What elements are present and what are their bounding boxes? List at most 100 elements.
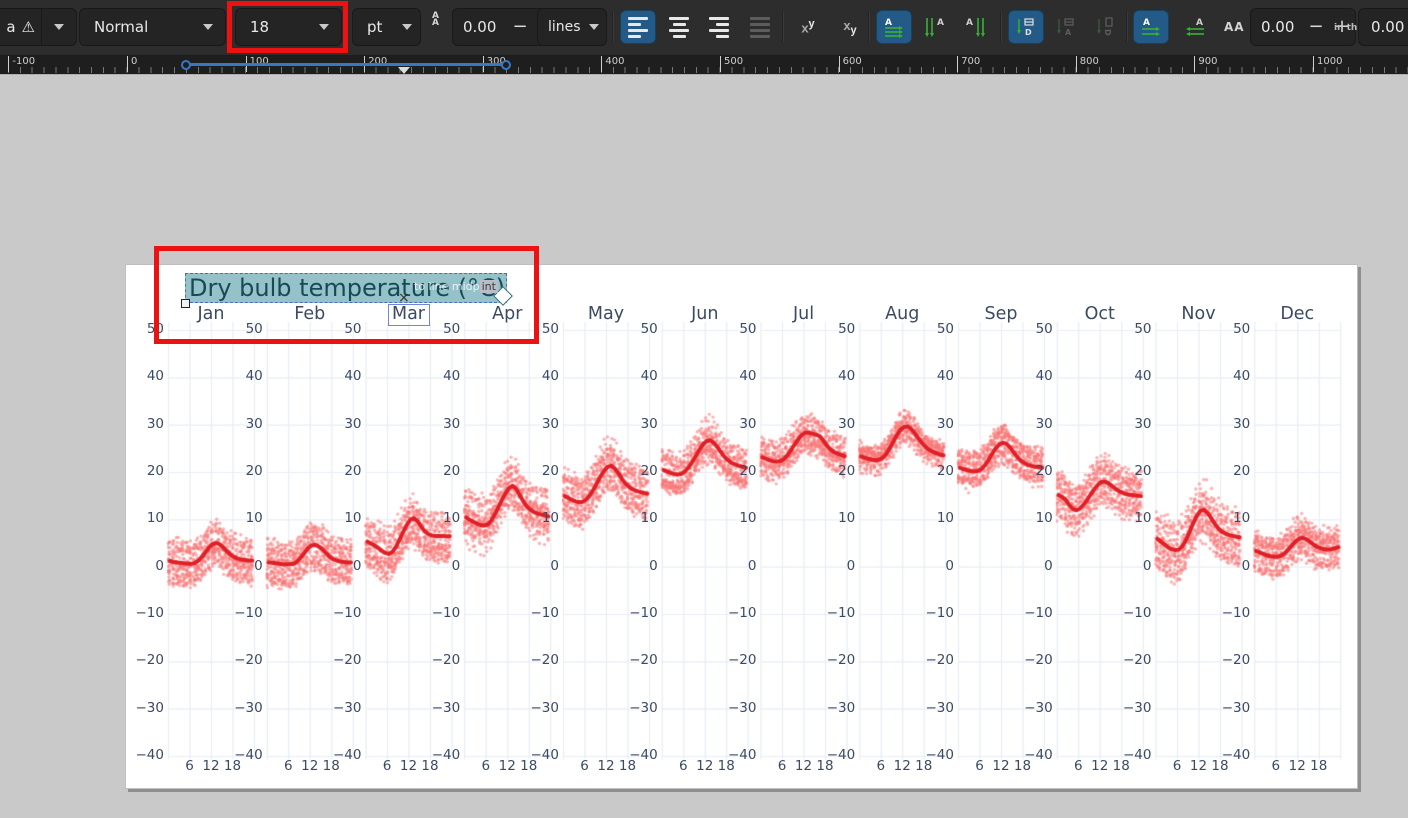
y-tick-label: −40 [908,747,954,763]
y-tick-label: −40 [1204,747,1250,763]
chevron-down-icon[interactable] [54,24,64,30]
y-tick-label: 10 [316,510,362,526]
y-tick-label: −20 [118,652,164,668]
font-size-unit-combo[interactable]: pt [352,8,421,46]
divider [41,9,42,45]
y-tick-label: −40 [513,747,559,763]
y-tick-label: 20 [316,463,362,479]
y-tick-label: −20 [612,652,658,668]
ruler-tick-label: 500 [720,56,743,72]
y-tick-label: 20 [711,463,757,479]
spacing-unit-combo[interactable]: lines [537,8,607,46]
subscript-icon: xy [843,18,856,37]
y-tick-label: −30 [908,700,954,716]
y-tick-label: 20 [612,463,658,479]
y-tick-label: 20 [1007,463,1053,479]
subscript-button[interactable]: xy [832,10,868,44]
line-spacing-value: 0.00 [453,18,507,36]
line-height-icon: AA [432,13,439,27]
chevron-down-icon[interactable] [203,24,213,30]
align-center-button[interactable] [661,10,697,44]
y-tick-label: 20 [414,463,460,479]
align-left-button[interactable] [620,10,656,44]
rotation-label: in th [1334,23,1357,33]
y-tick-label: 0 [612,558,658,574]
y-tick-label: −30 [809,700,855,716]
kerning-value: 0.00 [1251,18,1303,36]
y-tick-label: 30 [217,416,263,432]
superscript-button[interactable]: xy [790,10,826,44]
ruler-selection-start-marker [181,60,191,70]
y-tick-label: 10 [809,510,855,526]
glyph-orientation-rotated-button[interactable]: D [1088,10,1124,44]
y-tick-label: 40 [711,368,757,384]
ruler-tick-label: 600 [839,56,862,72]
vertical-text-rl-icon: A [924,16,946,38]
y-tick-label: −40 [1106,747,1152,763]
align-right-button[interactable] [701,10,737,44]
glyph-rotated-icon: D [1095,16,1117,38]
y-tick-label: −20 [1204,652,1250,668]
glyph-orientation-sideways-button[interactable]: A [1048,10,1084,44]
toolbar-separator [782,12,784,42]
writing-mode-horizontal-button[interactable]: A [876,10,912,44]
y-tick-label: −40 [414,747,460,763]
canvas-workspace[interactable]: Dry bulb temperature (°C) × to line midp… [0,74,1408,818]
y-tick-label: 50 [612,321,658,337]
y-tick-label: 10 [414,510,460,526]
glyph-upright-icon: D [1015,16,1037,38]
annotation-title-highlight [154,246,539,344]
y-tick-label: 40 [1106,368,1152,384]
y-tick-label: −20 [316,652,362,668]
glyph-orientation-upright-button[interactable]: D [1008,10,1044,44]
y-tick-label: −20 [217,652,263,668]
y-tick-label: 20 [513,463,559,479]
month-label: Dec [1257,304,1337,324]
y-tick-label: 40 [1007,368,1053,384]
ruler-tick-label: 1000 [1313,56,1342,72]
y-tick-label: 50 [1007,321,1053,337]
chevron-down-icon[interactable] [589,24,599,30]
y-tick-label: 0 [1204,558,1250,574]
writing-mode-vertical-rl-button[interactable]: A [917,10,953,44]
y-tick-label: 0 [316,558,362,574]
font-missing-warning-icon: ⚠ [22,18,35,36]
y-tick-label: 0 [1106,558,1152,574]
y-tick-label: 40 [908,368,954,384]
y-tick-label: 10 [612,510,658,526]
ruler-tick-label: 700 [957,56,980,72]
y-tick-label: 30 [809,416,855,432]
decrement-button[interactable]: − [1303,9,1329,45]
font-family-combo[interactable]: a ⚠ [0,8,77,46]
y-tick-label: 0 [217,558,263,574]
rtl-icon: A [1184,16,1206,38]
y-tick-label: −30 [118,700,164,716]
text-direction-rtl-button[interactable]: A [1177,10,1213,44]
y-tick-label: 30 [118,416,164,432]
y-tick-label: −10 [711,605,757,621]
rotation-value: 0.00 [1359,18,1408,36]
ruler-selection-end-marker [501,60,511,70]
y-tick-label: 20 [217,463,263,479]
decrement-button[interactable]: − [507,9,533,45]
y-tick-label: −20 [1007,652,1053,668]
rotation-spinner[interactable]: 0.00 − [1358,8,1408,46]
writing-mode-vertical-lr-button[interactable]: A [957,10,993,44]
align-justify-button[interactable] [742,10,778,44]
y-tick-label: −10 [809,605,855,621]
y-tick-label: −40 [809,747,855,763]
svg-text:A: A [1065,28,1072,37]
spacing-unit-value: lines [538,19,582,35]
y-tick-label: 10 [513,510,559,526]
chevron-down-icon[interactable] [402,24,412,30]
y-tick-label: 40 [809,368,855,384]
y-tick-label: −10 [217,605,263,621]
y-tick-label: −20 [711,652,757,668]
y-tick-label: 10 [217,510,263,526]
font-style-combo[interactable]: Normal [79,8,226,46]
y-tick-label: 0 [1007,558,1053,574]
y-tick-label: −30 [316,700,362,716]
text-direction-ltr-button[interactable]: A [1133,10,1169,44]
y-tick-label: −30 [513,700,559,716]
ruler-selection-extent [186,63,506,66]
